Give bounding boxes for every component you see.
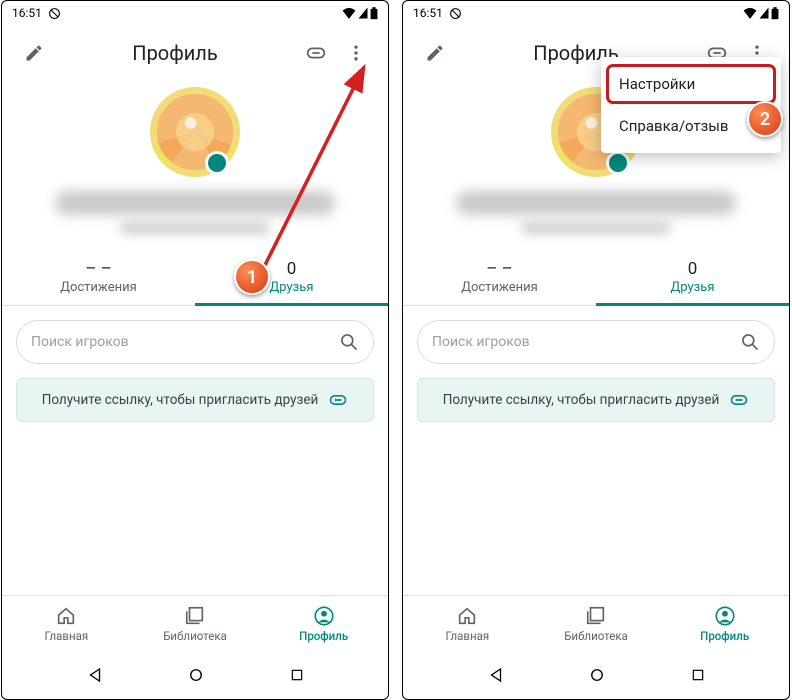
signal-icon <box>358 7 368 19</box>
nav-library[interactable]: Библиотека <box>131 596 260 651</box>
friends-count: 0 <box>195 259 388 279</box>
app-bar: Профиль <box>2 25 388 81</box>
battery-icon <box>771 7 779 20</box>
achievements-count: – – <box>2 259 195 279</box>
achievements-label: Достижения <box>2 280 195 295</box>
recent-icon[interactable] <box>289 667 305 683</box>
profile-icon <box>714 605 736 627</box>
invite-card[interactable]: Получите ссылку, чтобы пригласить друзей <box>417 378 775 422</box>
achievements-count: – – <box>403 259 596 279</box>
avatar-wrap <box>2 87 388 177</box>
profile-icon <box>313 605 335 627</box>
display-subtitle <box>521 221 671 235</box>
wifi-icon <box>342 7 356 19</box>
recent-icon[interactable] <box>690 667 706 683</box>
dnd-icon <box>48 7 61 20</box>
system-nav <box>2 651 388 699</box>
link-button[interactable] <box>296 33 336 73</box>
status-bar: 16:51 <box>2 1 388 25</box>
friends-count: 0 <box>596 259 789 279</box>
battery-icon <box>370 7 378 20</box>
invite-text: Получите ссылку, чтобы пригласить друзей <box>42 392 319 408</box>
home-sys-icon[interactable] <box>187 666 205 684</box>
bottom-nav: Главная Библиотека Профиль <box>403 595 789 651</box>
bottom-nav: Главная Библиотека Профиль <box>2 595 388 651</box>
back-icon[interactable] <box>487 666 505 684</box>
tab-friends[interactable]: 0 Друзья <box>596 253 789 305</box>
invite-text: Получите ссылку, чтобы пригласить друзей <box>443 392 720 408</box>
callout-1: 1 <box>234 259 270 295</box>
more-button[interactable] <box>336 33 376 73</box>
menu-settings[interactable]: Настройки <box>607 65 775 103</box>
nav-library[interactable]: Библиотека <box>532 596 661 651</box>
nav-profile[interactable]: Профиль <box>660 596 789 651</box>
nav-profile[interactable]: Профиль <box>259 596 388 651</box>
search-input[interactable]: Поиск игроков <box>417 320 775 364</box>
friends-label: Друзья <box>596 280 789 295</box>
back-icon[interactable] <box>86 666 104 684</box>
link-icon <box>729 390 749 410</box>
search-icon <box>339 332 359 352</box>
status-bar: 16:51 <box>403 1 789 25</box>
display-name <box>55 191 335 215</box>
search-icon <box>740 332 760 352</box>
tab-achievements[interactable]: – – Достижения <box>2 253 195 305</box>
link-icon <box>328 390 348 410</box>
display-name <box>456 191 736 215</box>
invite-card[interactable]: Получите ссылку, чтобы пригласить друзей <box>16 378 374 422</box>
search-placeholder: Поиск игроков <box>432 334 530 350</box>
search-input[interactable]: Поиск игроков <box>16 320 374 364</box>
tabs: – – Достижения 0 Друзья <box>403 253 789 306</box>
edit-button[interactable] <box>415 33 455 73</box>
tab-achievements[interactable]: – – Достижения <box>403 253 596 305</box>
nav-home[interactable]: Главная <box>403 596 532 651</box>
search-placeholder: Поиск игроков <box>31 334 129 350</box>
home-sys-icon[interactable] <box>588 666 606 684</box>
display-subtitle <box>120 221 270 235</box>
dnd-icon <box>449 7 462 20</box>
friends-label: Друзья <box>195 280 388 295</box>
library-icon <box>184 605 206 627</box>
home-icon <box>456 605 478 627</box>
screenshot-left: 16:51 Профиль – – Достижения <box>1 0 389 700</box>
library-icon <box>585 605 607 627</box>
nav-home[interactable]: Главная <box>2 596 131 651</box>
home-icon <box>55 605 77 627</box>
status-time: 16:51 <box>413 6 443 20</box>
achievements-label: Достижения <box>403 280 596 295</box>
edit-button[interactable] <box>14 33 54 73</box>
page-title: Профиль <box>54 41 296 65</box>
status-time: 16:51 <box>12 6 42 20</box>
presence-dot <box>606 151 630 175</box>
presence-dot <box>205 151 229 175</box>
tabs: – – Достижения 0 Друзья <box>2 253 388 306</box>
signal-icon <box>759 7 769 19</box>
tab-friends[interactable]: 0 Друзья <box>195 253 388 305</box>
callout-2: 2 <box>747 101 783 137</box>
system-nav <box>403 651 789 699</box>
screenshot-right: 16:51 Профиль – – Достижения <box>402 0 790 700</box>
wifi-icon <box>743 7 757 19</box>
